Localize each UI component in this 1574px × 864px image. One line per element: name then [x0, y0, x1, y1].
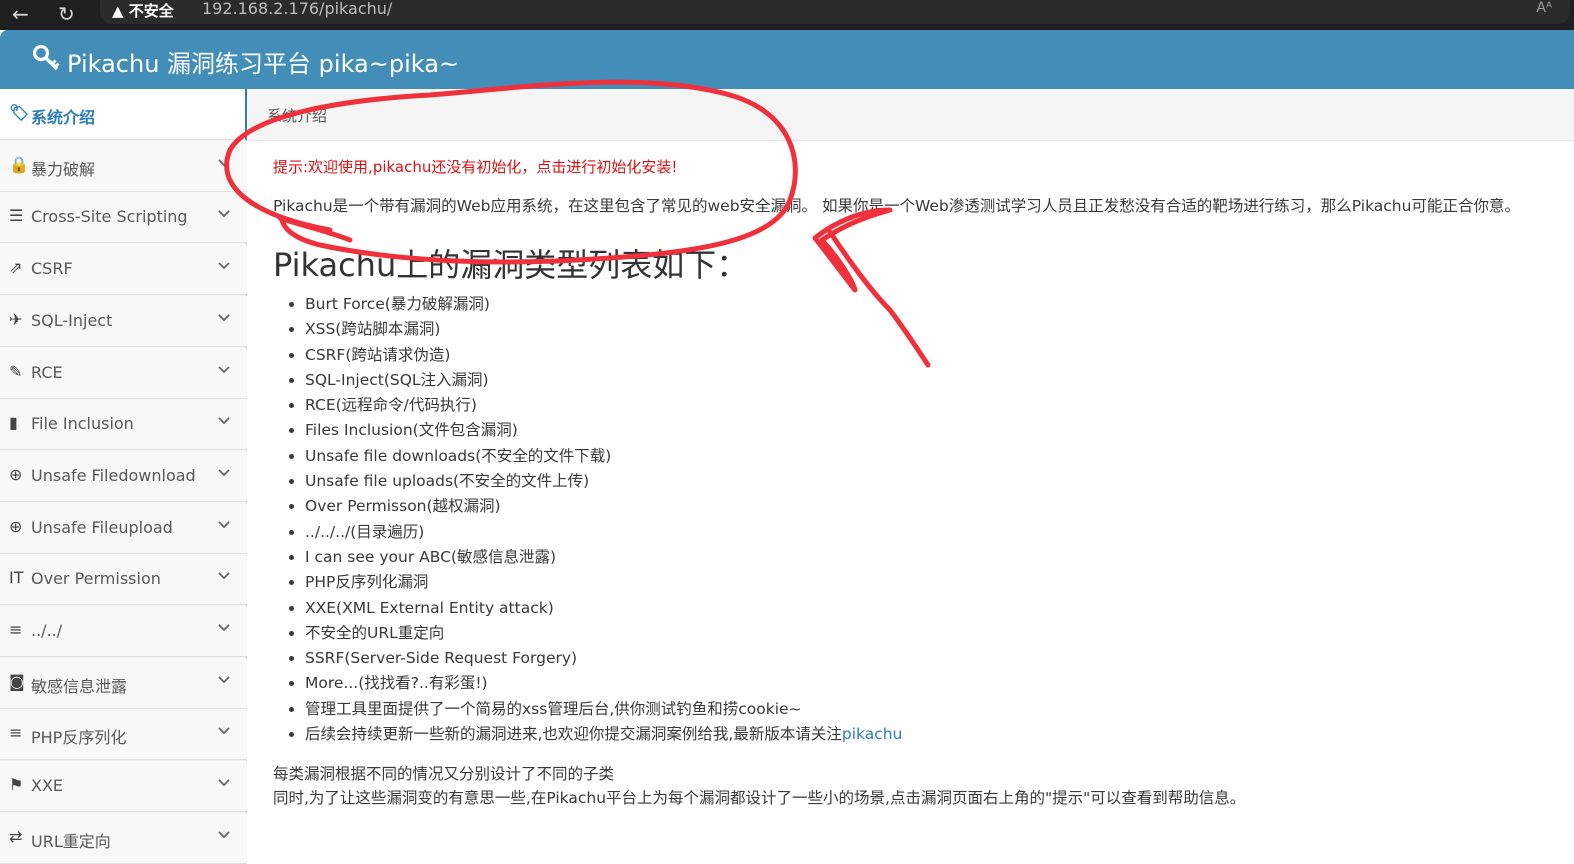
flag-icon: ⚑: [9, 775, 24, 795]
sidebar-item-label: RCE: [31, 362, 63, 382]
upload-circle-icon: ⊕: [9, 516, 23, 536]
sidebar-item-4[interactable]: ⇗ CSRF: [0, 244, 247, 296]
sidebar-item-label: 系统介绍: [31, 108, 96, 127]
sidebar-item-label: URL重定向: [31, 831, 111, 851]
list-item: ../../../(目录遍历): [305, 520, 902, 545]
app-title[interactable]: Pikachu 漏洞练习平台 pika~pika~: [67, 44, 459, 79]
chevron-down-icon[interactable]: [216, 464, 232, 484]
chevron-down-icon[interactable]: [216, 309, 232, 329]
sidebar-item-label: 暴力破解: [31, 159, 96, 179]
list-item: 管理工具里面提供了一个简易的xss管理后台,供你测试钓鱼和捞cookie~: [305, 697, 902, 722]
list-item: SQL-Inject(SQL注入漏洞): [305, 368, 902, 393]
sidebar-item-10[interactable]: ⅠT Over Permission: [0, 554, 247, 606]
chevron-down-icon[interactable]: [216, 826, 232, 846]
list-item: 后续会持续更新一些新的漏洞进来,也欢迎你提交漏洞案例给我,最新版本请关注pika…: [305, 722, 902, 747]
browser-toolbar: ← ↻ ▲ 不安全 192.168.2.176/pikachu/ Aᴬ: [0, 0, 1574, 30]
pikachu-link[interactable]: pikachu: [842, 725, 903, 743]
chevron-down-icon[interactable]: [216, 671, 232, 691]
sidebar-item-label: ../../: [31, 621, 63, 640]
chevron-down-icon[interactable]: [216, 205, 232, 225]
lock-icon: 🔒: [9, 154, 29, 174]
file-icon: ▮: [9, 413, 18, 433]
share-icon: ⇗: [9, 258, 23, 278]
sidebar-item-label: 敏感信息泄露: [31, 676, 128, 696]
sidebar-item-label: CSRF: [31, 259, 73, 279]
list-item: PHP反序列化漏洞: [305, 570, 902, 595]
back-arrow-icon[interactable]: ←: [12, 2, 29, 26]
sidebar-item-12[interactable]: ◙ 敏感信息泄露: [0, 657, 247, 709]
list-item: SSRF(Server-Side Request Forgery): [305, 646, 902, 671]
tags-icon: 🏷: [9, 103, 30, 122]
chevron-down-icon[interactable]: [216, 774, 232, 794]
sidebar-item-15[interactable]: ⇄ URL重定向: [0, 812, 247, 864]
list-item: Unsafe file uploads(不安全的文件上传): [305, 469, 902, 494]
list-item: Files Inclusion(文件包含漏洞): [305, 418, 902, 443]
sidebar-item-7[interactable]: ▮ File Inclusion: [0, 399, 247, 451]
breadcrumb: 系统介绍: [248, 89, 1574, 141]
reload-icon[interactable]: ↻: [58, 2, 75, 26]
sidebar-item-label: SQL-Inject: [31, 310, 113, 330]
download-circle-icon: ⊕: [9, 464, 23, 484]
list-tree-icon: ☰: [9, 206, 24, 226]
page-heading: Pikachu上的漏洞类型列表如下：: [273, 246, 749, 284]
sidebar-item-label: Unsafe Filedownload: [31, 465, 196, 485]
url-text[interactable]: 192.168.2.176/pikachu/: [202, 0, 392, 18]
align-left-icon: ≡: [9, 723, 23, 743]
list-item: XXE(XML External Entity attack): [305, 596, 902, 621]
vulnerability-list: Burt Force(暴力破解漏洞)XSS(跨站脚本漏洞)CSRF(跨站请求伪造…: [305, 292, 902, 747]
sidebar-item-13[interactable]: ≡ PHP反序列化: [0, 709, 247, 761]
chevron-down-icon[interactable]: [216, 412, 232, 432]
sidebar-item-label: Cross-Site Scripting: [31, 207, 188, 227]
sidebar-item-3[interactable]: ☰ Cross-Site Scripting: [0, 192, 247, 244]
text-height-icon: ⅠT: [9, 568, 24, 588]
key-icon: [32, 44, 60, 78]
sidebar-item-label: XXE: [31, 776, 64, 796]
redirect-icon: ⇄: [9, 826, 23, 846]
sidebar-item-5[interactable]: ✈ SQL-Inject: [0, 295, 247, 347]
sidebar-item-6[interactable]: ✎ RCE: [0, 347, 247, 399]
chevron-down-icon[interactable]: [216, 567, 232, 587]
chevron-down-icon[interactable]: [216, 619, 232, 639]
list-item: More...(找找看?..有彩蛋!): [305, 671, 902, 696]
chevron-down-icon[interactable]: [216, 257, 232, 277]
pencil-icon: ✎: [9, 361, 23, 381]
read-aloud-icon[interactable]: Aᴬ: [1536, 0, 1552, 16]
breadcrumb-current: 系统介绍: [267, 107, 328, 125]
sidebar-item-8[interactable]: ⊕ Unsafe Filedownload: [0, 450, 247, 502]
list-item: Unsafe file downloads(不安全的文件下载): [305, 444, 902, 469]
sidebar-item-1[interactable]: 🏷 系统介绍: [0, 89, 247, 140]
list-item-text: 后续会持续更新一些新的漏洞进来,也欢迎你提交漏洞案例给我,最新版本请关注: [305, 725, 842, 744]
init-notice-link[interactable]: 提示:欢迎使用,pikachu还没有初始化，点击进行初始化安装!: [273, 156, 677, 177]
list-item: RCE(远程命令/代码执行): [305, 393, 902, 418]
list-item: I can see your ABC(敏感信息泄露): [305, 545, 902, 570]
list-item: XSS(跨站脚本漏洞): [305, 317, 902, 342]
intro-text: Pikachu是一个带有漏洞的Web应用系统，在这里包含了常见的web安全漏洞。…: [273, 197, 1520, 215]
camera-icon: ◙: [9, 671, 25, 691]
paragraph-subclasses: 每类漏洞根据不同的情况又分别设计了不同的子类: [273, 765, 615, 783]
sidebar-item-11[interactable]: ≡ ../../: [0, 606, 247, 657]
paragraph-scenarios: 同时,为了让这些漏洞变的有意思一些,在Pikachu平台上为每个漏洞都设计了一些…: [273, 789, 1246, 807]
sidebar-item-label: File Inclusion: [31, 414, 134, 434]
sidebar-item-9[interactable]: ⊕ Unsafe Fileupload: [0, 502, 247, 554]
sidebar-item-label: PHP反序列化: [31, 728, 127, 748]
chevron-down-icon[interactable]: [216, 154, 232, 174]
chevron-down-icon[interactable]: [216, 361, 232, 381]
chevron-down-icon[interactable]: [216, 516, 232, 536]
list-item: Burt Force(暴力破解漏洞): [305, 292, 902, 317]
list-item: Over Permisson(越权漏洞): [305, 494, 902, 519]
list-item: 不安全的URL重定向: [305, 621, 902, 646]
align-left-icon: ≡: [9, 620, 23, 639]
security-warning[interactable]: ▲ 不安全: [112, 0, 174, 21]
sidebar-item-2[interactable]: 🔒 暴力破解: [0, 140, 247, 192]
sidebar-item-label: Unsafe Fileupload: [31, 517, 173, 537]
sidebar-item-label: Over Permission: [31, 569, 161, 589]
list-item: CSRF(跨站请求伪造): [305, 343, 902, 368]
app-header: Pikachu 漏洞练习平台 pika~pika~: [0, 30, 1574, 89]
sidebar-item-14[interactable]: ⚑ XXE: [0, 761, 247, 813]
chevron-down-icon[interactable]: [216, 722, 232, 742]
sidebar: 🏷 系统介绍 🔒 暴力破解 ☰ Cross-Site Scripting ⇗ CSRF ✈ SQL…: [0, 89, 247, 864]
plane-icon: ✈: [9, 309, 23, 329]
